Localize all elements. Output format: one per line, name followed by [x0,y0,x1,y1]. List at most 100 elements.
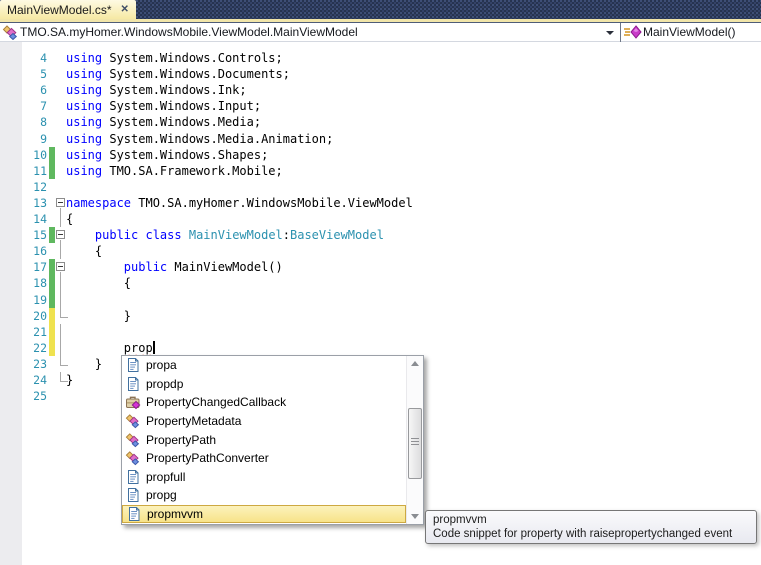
code-text: { [66,244,103,259]
code-text: using System.Windows.Media.Animation; [66,131,334,146]
completion-item-propa[interactable]: propa [122,356,406,375]
tab-close-icon[interactable]: ✕ [121,4,129,15]
code-text: using System.Windows.Ink; [66,83,247,98]
code-line-22[interactable]: 22 prop [0,339,761,356]
line-number: 12 [33,179,47,194]
code-line-21[interactable]: 21 [0,323,761,340]
code-line-14[interactable]: 14 { [0,211,761,228]
line-number: 25 [33,389,47,404]
tab-title: MainViewModel.cs* [7,2,112,17]
completion-item-label: PropertyPath [146,432,217,447]
line-number: 21 [33,324,47,339]
intellisense-popup: propa propdp PropertyChangedCallback Proper… [121,355,424,525]
class-icon [125,450,141,466]
text-caret [153,341,155,354]
outline-guide [60,291,61,308]
line-number: 19 [33,292,47,307]
line-number: 14 [33,212,47,226]
tooltip-title: propmvvm [433,514,487,526]
line-number: 17 [33,260,47,275]
collapse-toggle-icon[interactable] [56,262,65,272]
code-line-11[interactable]: 11 using TMO.SA.Framework.Mobile; [0,162,761,179]
line-number: 7 [40,99,47,114]
snippet-icon [125,487,141,503]
outline-guide [60,243,61,260]
completion-item-label: propmvvm [147,507,204,522]
code-line-17[interactable]: 17 public MainViewModel() [0,259,761,276]
outline-guide [60,275,61,292]
completion-scrollbar[interactable] [406,356,423,524]
completion-item-label: propdp [146,376,184,391]
code-line-6[interactable]: 6 using System.Windows.Ink; [0,82,761,98]
completion-item-label: propg [146,488,177,503]
change-bar-green [49,162,55,179]
line-number: 9 [40,131,47,146]
line-number: 18 [33,276,47,291]
collapse-toggle-icon[interactable] [56,197,65,207]
code-line-12[interactable]: 12 [0,179,761,195]
code-line-7[interactable]: 7 using System.Windows.Input; [0,98,761,114]
line-number: 23 [33,356,47,371]
outline-guide-end [60,372,61,381]
code-text: namespace TMO.SA.myHomer.WindowsMobile.V… [66,195,413,210]
completion-item-propdp[interactable]: propdp [122,375,406,394]
snippet-tooltip: propmvvm Code snippet for property with … [425,510,757,544]
scroll-down-icon[interactable] [411,514,419,519]
change-bar-yellow [49,307,55,324]
line-number: 22 [33,340,47,355]
navbar-divider [620,23,621,42]
code-line-8[interactable]: 8 using System.Windows.Media; [0,114,761,130]
code-line-19[interactable]: 19 [0,291,761,308]
code-text: { [66,212,74,226]
line-number: 4 [40,51,47,65]
outline-guide [60,211,61,228]
chevron-down-icon[interactable] [606,31,614,35]
completion-item-PropertyPathConverter[interactable]: PropertyPathConverter [122,449,406,468]
line-number: 8 [40,115,47,130]
code-line-18[interactable]: 18 { [0,275,761,292]
code-line-13[interactable]: 13 namespace TMO.SA.myHomer.WindowsMobile… [0,195,761,212]
completion-list: propa propdp PropertyChangedCallback Proper… [122,356,423,524]
completion-item-PropertyPath[interactable]: PropertyPath [122,430,406,449]
completion-item-propfull[interactable]: propfull [122,468,406,487]
completion-item-PropertyMetadata[interactable]: PropertyMetadata [122,412,406,431]
line-number: 16 [33,244,47,259]
members-dropdown[interactable]: MainViewModel() [622,24,761,41]
code-line-4[interactable]: 4 using System.Windows.Controls; [0,50,761,66]
line-number: 10 [33,147,47,162]
snippet-icon [126,506,142,522]
code-line-16[interactable]: 16 { [0,243,761,260]
class-icon [125,413,141,429]
scrollbar-thumb[interactable] [408,408,422,479]
code-line-20[interactable]: 20 } [0,307,761,324]
line-number: 24 [33,373,47,387]
code-line-10[interactable]: 10 using System.Windows.Shapes; [0,146,761,163]
vs-editor-window: MainViewModel.cs* ✕ TMO.SA.myHomer.Windo… [0,0,761,565]
tab-mainviewmodel[interactable]: MainViewModel.cs* ✕ [0,0,136,19]
completion-item-label: PropertyPathConverter [146,451,269,466]
class-icon [125,432,141,448]
scroll-up-icon[interactable] [411,361,419,366]
code-line-9[interactable]: 9 using System.Windows.Media.Animation; [0,131,761,147]
completion-item-propg[interactable]: propg [122,486,406,505]
tab-bar: MainViewModel.cs* ✕ [0,0,761,19]
completion-item-propmvvm[interactable]: propmvvm [122,504,406,524]
line-number: 20 [33,308,47,323]
code-text: } [66,373,74,387]
code-line-15[interactable]: 15 public class MainViewModel:BaseViewMo… [0,227,761,244]
code-text: using System.Windows.Input; [66,99,262,114]
code-line-5[interactable]: 5 using System.Windows.Documents; [0,66,761,82]
collapse-toggle-icon[interactable] [56,230,65,240]
completion-item-label: propfull [146,469,186,484]
types-dropdown-value: TMO.SA.myHomer.WindowsMobile.ViewModel.M… [20,25,358,39]
change-bar-green [49,259,55,276]
delegate-icon [125,394,141,410]
change-bar-yellow [49,339,55,356]
types-dropdown[interactable]: TMO.SA.myHomer.WindowsMobile.ViewModel.M… [0,24,620,41]
code-text: prop [66,341,153,355]
code-text: using System.Windows.Controls; [66,51,283,65]
completion-item-PropertyChangedCallback[interactable]: PropertyChangedCallback [122,393,406,412]
completion-item-label: PropertyMetadata [146,414,242,429]
class-icon [2,25,19,41]
completion-item-label: PropertyChangedCallback [146,395,287,410]
